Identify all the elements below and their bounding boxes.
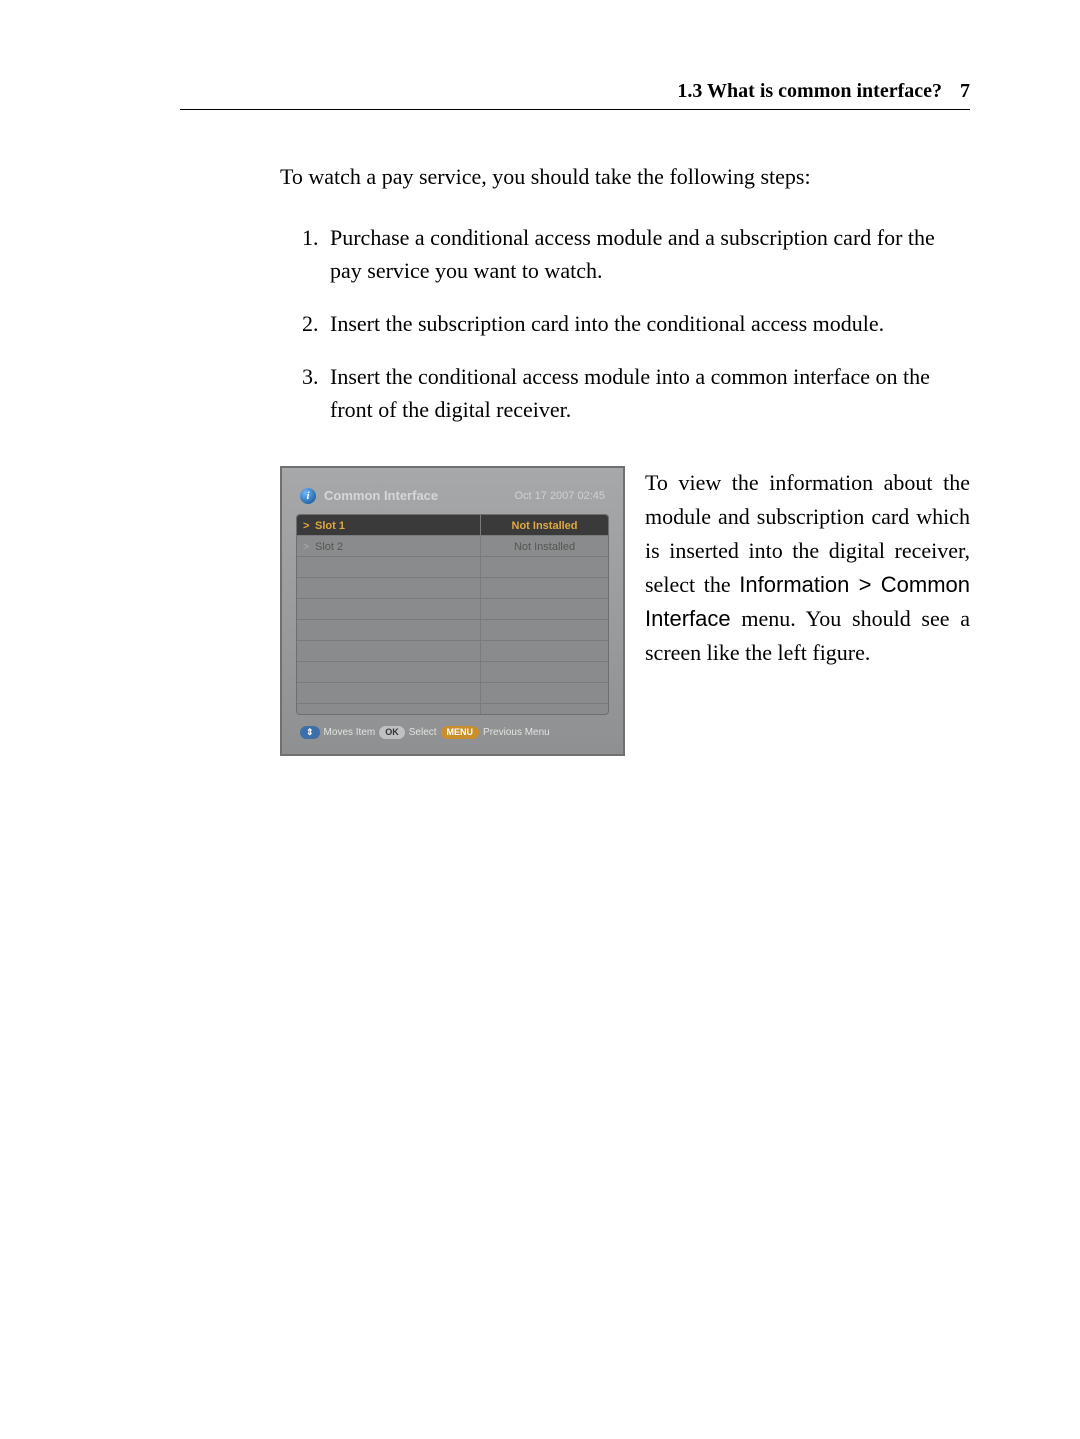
- slot-table: > Slot 1 Not Installed > Slot 2 Not Installed: [296, 514, 609, 716]
- footer-prev-label: Previous Menu: [483, 725, 550, 740]
- footer-select-label: Select: [409, 725, 437, 740]
- slot-row-empty: [297, 641, 608, 662]
- running-header: 1.3 What is common interface? 7: [180, 80, 970, 110]
- slot-label-text: Slot 1: [315, 520, 345, 532]
- slot-row-empty: [297, 599, 608, 620]
- slot-row[interactable]: > Slot 2 Not Installed: [297, 536, 608, 557]
- screenshot-footer: ⇕ Moves Item OK Select MENU Previous Men…: [296, 725, 609, 740]
- menu-key-icon: MENU: [441, 726, 480, 739]
- slot-status: Not Installed: [480, 536, 608, 556]
- figure-row: i Common Interface Oct 17 2007 02:45 > Sl…: [280, 466, 970, 756]
- slot-label: > Slot 2: [297, 536, 480, 556]
- slot-row-empty: [297, 662, 608, 683]
- slot-status: Not Installed: [480, 515, 608, 535]
- figure-caption: To view the information about the module…: [645, 466, 970, 671]
- slot-row-empty: [297, 704, 608, 716]
- nav-key-icon: ⇕: [300, 726, 320, 739]
- info-icon: i: [300, 488, 316, 504]
- ok-key-icon: OK: [379, 726, 405, 739]
- screenshot-title: Common Interface: [324, 486, 438, 506]
- step-item: Insert the conditional access module int…: [324, 360, 970, 426]
- chevron-right-icon: >: [303, 539, 311, 556]
- screenshot-timestamp: Oct 17 2007 02:45: [514, 488, 605, 505]
- slot-row-empty: [297, 620, 608, 641]
- body-content: To watch a pay service, you should take …: [280, 160, 970, 756]
- slot-row-empty: [297, 578, 608, 599]
- screenshot-title-bar: i Common Interface Oct 17 2007 02:45: [296, 484, 609, 514]
- slot-row-empty: [297, 683, 608, 704]
- screenshot-inner: i Common Interface Oct 17 2007 02:45 > Sl…: [296, 484, 609, 740]
- intro-paragraph: To watch a pay service, you should take …: [280, 160, 970, 193]
- slot-row[interactable]: > Slot 1 Not Installed: [297, 515, 608, 536]
- chevron-right-icon: >: [303, 518, 311, 535]
- document-page: 1.3 What is common interface? 7 To watch…: [0, 0, 1080, 1439]
- step-item: Purchase a conditional access module and…: [324, 221, 970, 287]
- slot-label-text: Slot 2: [315, 541, 343, 553]
- slot-label: > Slot 1: [297, 515, 480, 535]
- section-title: 1.3 What is common interface?: [677, 80, 942, 103]
- step-item: Insert the subscription card into the co…: [324, 307, 970, 340]
- steps-list: Purchase a conditional access module and…: [280, 221, 970, 426]
- slot-row-empty: [297, 557, 608, 578]
- receiver-screenshot: i Common Interface Oct 17 2007 02:45 > Sl…: [280, 466, 625, 756]
- page-number: 7: [960, 80, 970, 103]
- footer-moves-label: Moves Item: [324, 725, 376, 740]
